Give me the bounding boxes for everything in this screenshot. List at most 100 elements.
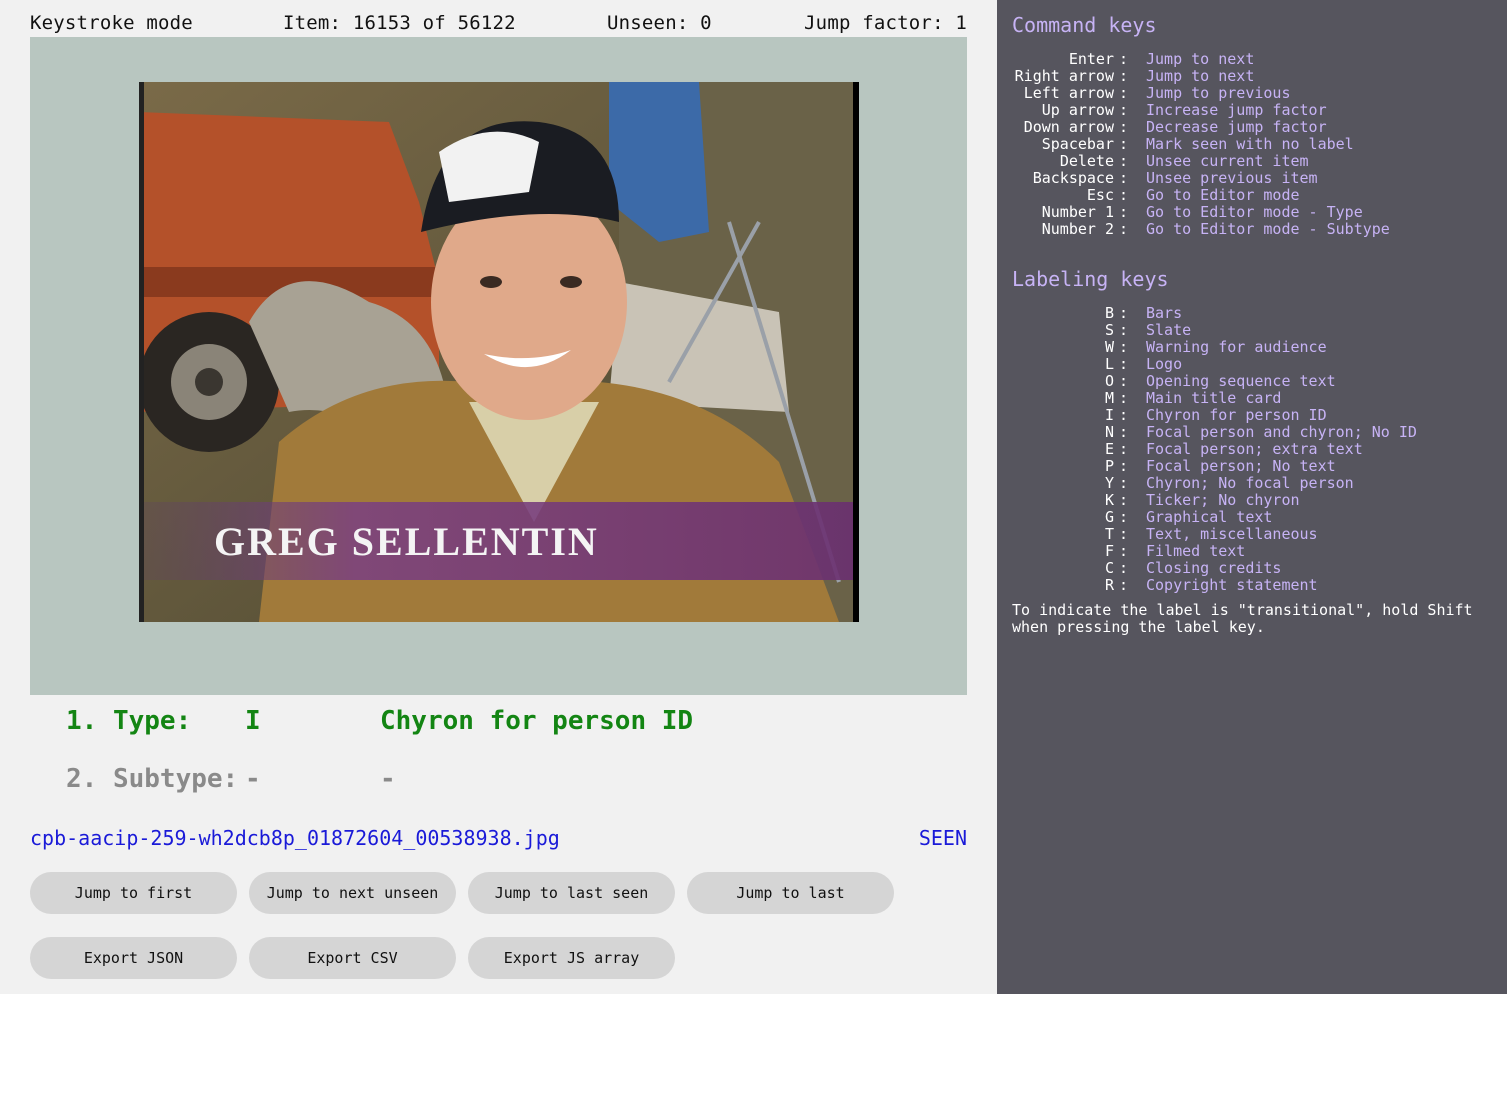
export-js-array-button[interactable]: Export JS array: [468, 937, 675, 979]
key-name: I: [1104, 406, 1114, 424]
key-name: Left arrow: [1023, 84, 1114, 102]
video-frame-image: GREG SELLENTIN: [139, 82, 859, 622]
key-separator: :: [1119, 542, 1129, 560]
labeling-keys-list: B: Bars S: Slate W: Warning for audience L: Log…: [997, 305, 1507, 594]
key-row: Number 1: Go to Editor mode - Type: [997, 204, 1507, 221]
key-name: S: [1104, 321, 1114, 339]
key-separator: :: [1119, 491, 1129, 509]
key-description: Copyright statement: [1146, 576, 1318, 594]
key-separator: :: [1119, 457, 1129, 475]
key-name: M: [1104, 389, 1114, 407]
jump-to-first-button[interactable]: Jump to first: [30, 872, 237, 914]
key-description: Jump to next: [1146, 50, 1255, 68]
seen-status: SEEN: [918, 826, 967, 850]
key-name: Backspace: [1032, 169, 1114, 187]
key-description: Opening sequence text: [1146, 372, 1336, 390]
key-name: R: [1104, 576, 1114, 594]
key-separator: :: [1119, 389, 1129, 407]
key-name: T: [1104, 525, 1114, 543]
transitional-note: To indicate the label is "transitional",…: [1012, 601, 1473, 636]
key-description: Jump to next: [1146, 67, 1255, 85]
chyron-text: GREG SELLENTIN: [214, 519, 599, 564]
key-name: Esc: [1086, 186, 1114, 204]
image-filename: cpb-aacip-259-wh2dcb8p_01872604_00538938…: [30, 826, 560, 850]
key-separator: :: [1119, 220, 1129, 238]
annotation-app: Keystroke mode Item: 16153 of 56122 Unse…: [0, 0, 1507, 994]
jump-to-last-button[interactable]: Jump to last: [687, 872, 894, 914]
export-json-button[interactable]: Export JSON: [30, 937, 237, 979]
type-name: Chyron for person ID: [380, 706, 694, 736]
key-description: Graphical text: [1146, 508, 1273, 526]
key-name: Up arrow: [1041, 101, 1114, 119]
key-description: Increase jump factor: [1146, 101, 1327, 119]
type-prefix: 1. Type:: [66, 706, 192, 736]
key-separator: :: [1119, 508, 1129, 526]
key-row: Spacebar: Mark seen with no label: [997, 136, 1507, 153]
key-separator: :: [1119, 169, 1129, 187]
key-separator: :: [1119, 203, 1129, 221]
key-row: Backspace: Unsee previous item: [997, 170, 1507, 187]
key-name: E: [1104, 440, 1114, 458]
key-separator: :: [1119, 525, 1129, 543]
key-description: Filmed text: [1146, 542, 1246, 560]
key-row: S: Slate: [997, 322, 1507, 339]
key-description: Slate: [1146, 321, 1192, 339]
key-description: Go to Editor mode - Type: [1146, 203, 1363, 221]
key-row: Delete: Unsee current item: [997, 153, 1507, 170]
key-row: Left arrow: Jump to previous: [997, 85, 1507, 102]
key-description: Logo: [1146, 355, 1183, 373]
key-description: Decrease jump factor: [1146, 118, 1327, 136]
key-name: C: [1104, 559, 1114, 577]
key-row: Number 2: Go to Editor mode - Subtype: [997, 221, 1507, 238]
key-row: G: Graphical text: [997, 509, 1507, 526]
key-row: W: Warning for audience: [997, 339, 1507, 356]
key-row: C: Closing credits: [997, 560, 1507, 577]
key-name: F: [1104, 542, 1114, 560]
key-description: Bars: [1146, 304, 1183, 322]
key-description: Focal person; extra text: [1146, 440, 1363, 458]
key-separator: :: [1119, 559, 1129, 577]
labeling-keys-title: Labeling keys: [1012, 267, 1169, 291]
key-separator: :: [1119, 355, 1129, 373]
key-name: P: [1104, 457, 1114, 475]
key-separator: :: [1119, 576, 1129, 594]
key-name: N: [1104, 423, 1114, 441]
key-row: Esc: Go to Editor mode: [997, 187, 1507, 204]
key-separator: :: [1119, 304, 1129, 322]
key-name: O: [1104, 372, 1114, 390]
key-row: T: Text, miscellaneous: [997, 526, 1507, 543]
key-description: Focal person; No text: [1146, 457, 1336, 475]
key-row: Y: Chyron; No focal person: [997, 475, 1507, 492]
key-description: Closing credits: [1146, 559, 1282, 577]
key-row: P: Focal person; No text: [997, 458, 1507, 475]
jump-to-last-seen-button[interactable]: Jump to last seen: [468, 872, 675, 914]
jump-to-next-unseen-button[interactable]: Jump to next unseen: [249, 872, 456, 914]
key-separator: :: [1119, 321, 1129, 339]
key-row: O: Opening sequence text: [997, 373, 1507, 390]
subtype-code: -: [245, 764, 261, 794]
key-description: Unsee current item: [1146, 152, 1309, 170]
key-description: Unsee previous item: [1146, 169, 1318, 187]
key-name: Right arrow: [1014, 67, 1114, 85]
key-name: L: [1104, 355, 1114, 373]
key-row: M: Main title card: [997, 390, 1507, 407]
key-separator: :: [1119, 118, 1129, 136]
key-name: Y: [1104, 474, 1114, 492]
key-name: Enter: [1068, 50, 1114, 68]
key-separator: :: [1119, 50, 1129, 68]
key-separator: :: [1119, 372, 1129, 390]
key-separator: :: [1119, 84, 1129, 102]
export-csv-button[interactable]: Export CSV: [249, 937, 456, 979]
command-keys-title: Command keys: [1012, 13, 1157, 37]
key-name: G: [1104, 508, 1114, 526]
key-row: E: Focal person; extra text: [997, 441, 1507, 458]
help-panel: Command keys Enter: Jump to next Right arr…: [997, 0, 1507, 994]
key-row: B: Bars: [997, 305, 1507, 322]
key-name: W: [1104, 338, 1114, 356]
key-separator: :: [1119, 67, 1129, 85]
key-name: B: [1104, 304, 1114, 322]
key-separator: :: [1119, 474, 1129, 492]
key-name: Number 1: [1041, 203, 1114, 221]
key-row: F: Filmed text: [997, 543, 1507, 560]
key-description: Jump to previous: [1146, 84, 1291, 102]
